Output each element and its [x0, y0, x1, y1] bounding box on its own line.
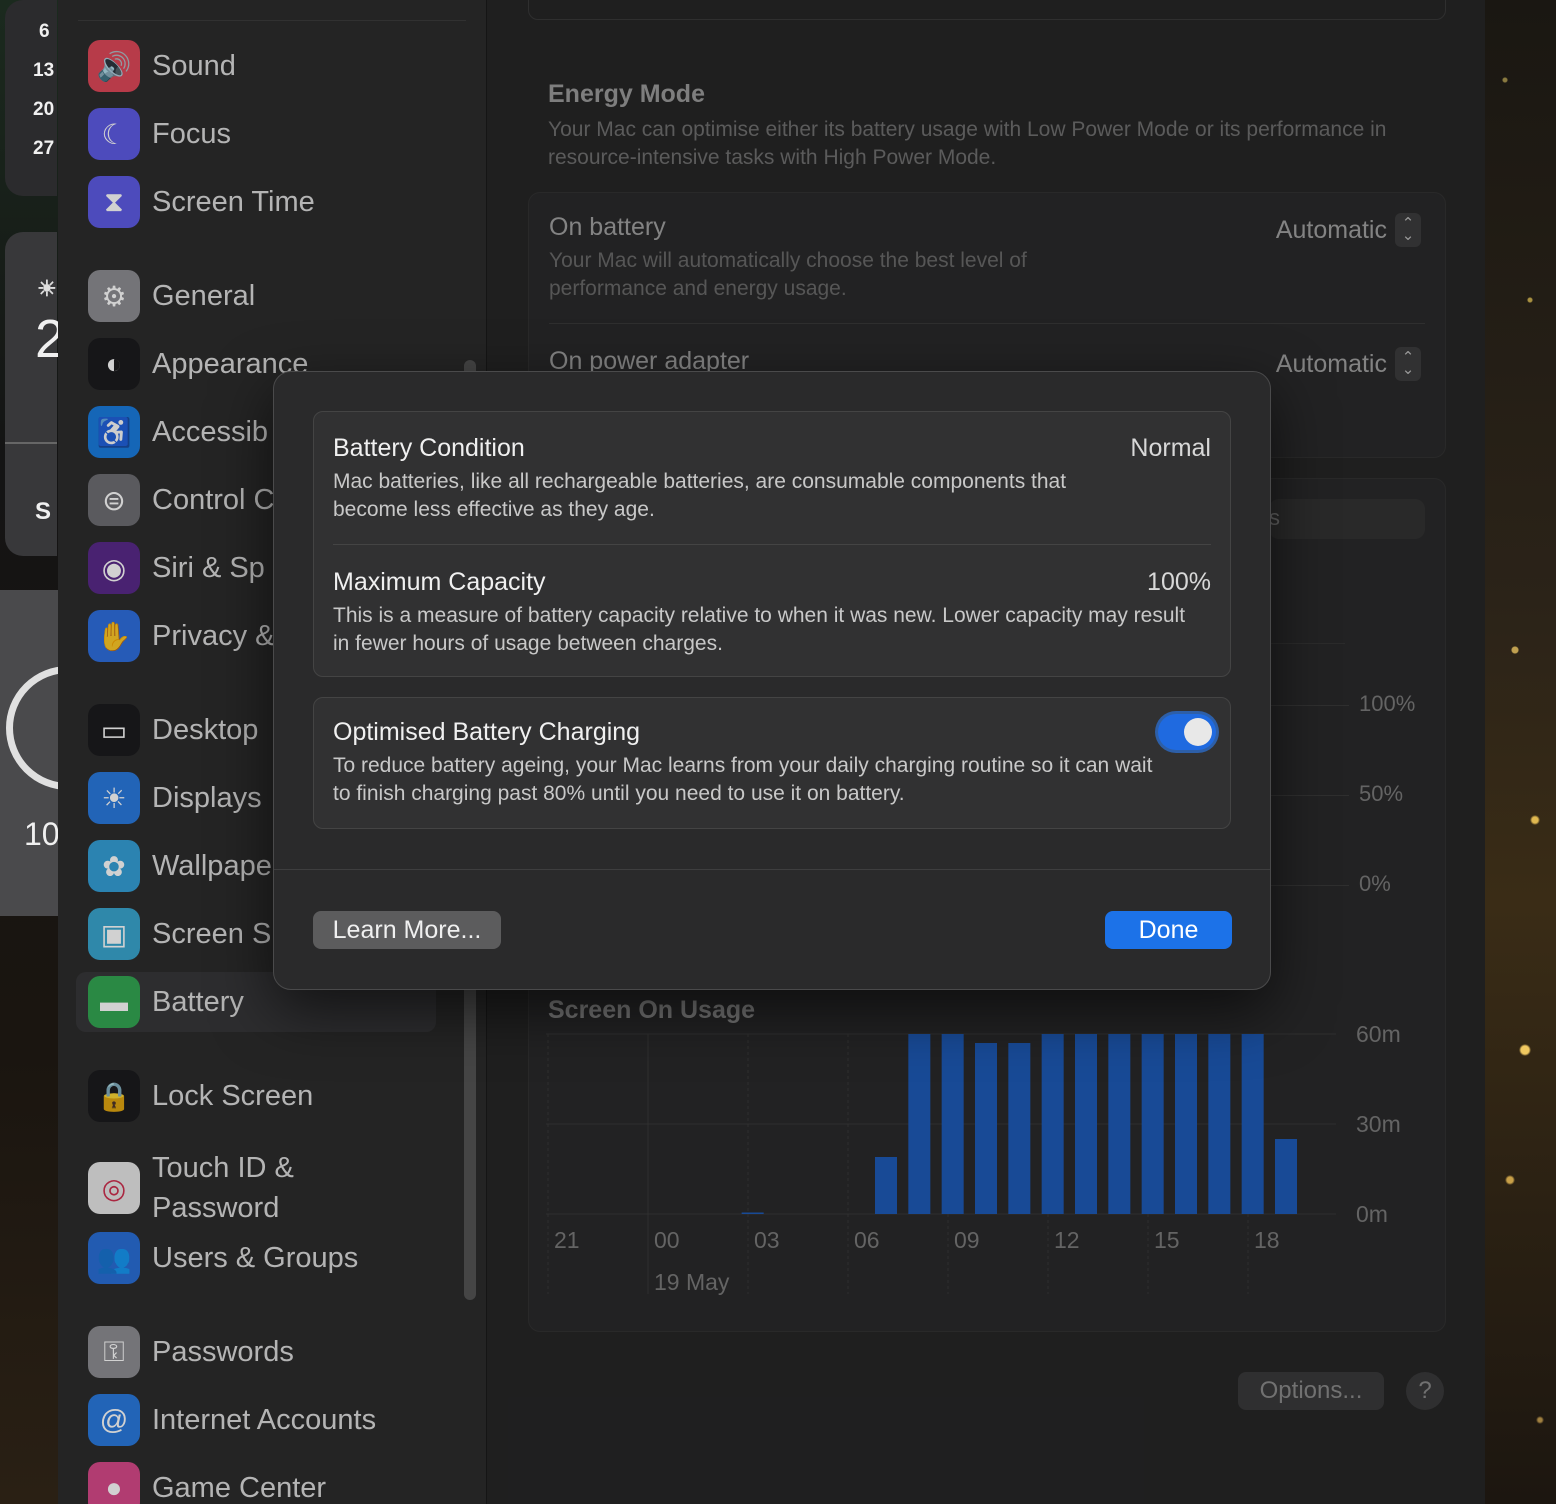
maximum-capacity-value: 100%: [1147, 568, 1211, 596]
battery-health-sheet: Battery Condition Normal Mac batteries, …: [273, 371, 1271, 990]
desktop-wallpaper-left: 6 13 20 27 ☀ 2 S 10: [0, 0, 130, 1504]
weather-sun-icon: ☀: [37, 276, 57, 301]
done-button[interactable]: Done: [1105, 911, 1232, 949]
calendar-day: 13: [33, 60, 55, 81]
clock-time: 10: [24, 816, 60, 852]
calendar-day: 6: [39, 21, 50, 42]
calendar-widget[interactable]: 6 13 20 27: [5, 0, 57, 196]
toggle-knob: [1184, 718, 1212, 746]
calendar-day: 27: [33, 138, 55, 159]
calendar-day: 20: [33, 99, 55, 120]
weather-divider: [5, 442, 57, 444]
weather-summary: S: [35, 498, 52, 525]
optimised-charging-title: Optimised Battery Charging: [333, 718, 641, 746]
desktop-wallpaper-right: [1485, 0, 1556, 1504]
optimised-charging-card: Optimised Battery Charging To reduce bat…: [313, 697, 1231, 829]
clock-widget[interactable]: 10: [0, 590, 130, 916]
battery-health-card: Battery Condition Normal Mac batteries, …: [313, 411, 1231, 677]
weather-widget[interactable]: ☀ 2 S: [5, 232, 65, 556]
maximum-capacity-title: Maximum Capacity: [333, 568, 546, 596]
battery-condition-description: Mac batteries, like all rechargeable bat…: [333, 470, 1067, 521]
battery-condition-value: Normal: [1130, 434, 1211, 462]
optimised-charging-toggle[interactable]: [1158, 714, 1216, 750]
sheet-footer-divider: [274, 869, 1270, 870]
battery-condition-title: Battery Condition: [333, 434, 525, 462]
card-divider: [333, 544, 1211, 545]
learn-more-button[interactable]: Learn More...: [313, 911, 501, 949]
optimised-charging-description: To reduce battery ageing, your Mac learn…: [333, 754, 1153, 805]
maximum-capacity-description: This is a measure of battery capacity re…: [333, 604, 1186, 655]
